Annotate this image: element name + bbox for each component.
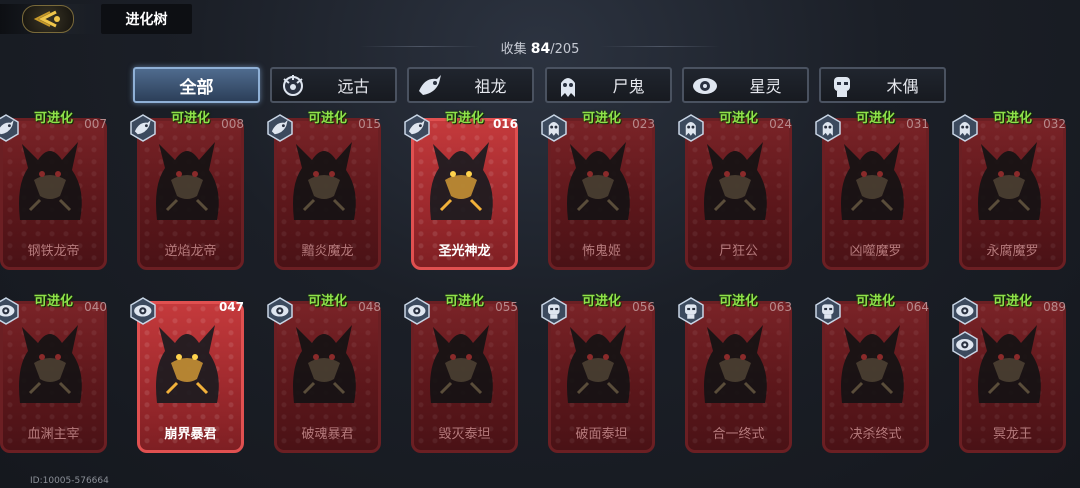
tab-1[interactable]: 全部 — [133, 67, 260, 103]
monster-name: 毁灭泰坦 — [438, 427, 491, 442]
monster-portrait — [147, 313, 227, 413]
tab-label: 远古 — [337, 77, 370, 96]
monster-card[interactable]: 024 尸狂公 可进化 — [678, 111, 796, 274]
ghoul-icon — [814, 114, 842, 142]
tab-label: 全部 — [179, 77, 214, 98]
monster-name: 破魂暴君 — [301, 427, 354, 442]
monster-card[interactable]: 007 钢铁龙帝 可进化 — [0, 111, 111, 274]
monster-card[interactable]: 048 破魂暴君 可进化 — [267, 294, 385, 457]
monster-name: 圣光神龙 — [438, 244, 491, 259]
monster-card[interactable]: 016 圣光神龙 可进化 — [404, 111, 522, 274]
monster-portrait — [695, 313, 775, 413]
monster-portrait — [969, 130, 1049, 230]
tab-4[interactable]: 尸鬼 — [545, 67, 672, 103]
monster-portrait — [969, 313, 1049, 413]
astral-icon — [403, 297, 431, 325]
monster-card[interactable]: 008 逆焰龙帝 可进化 — [130, 111, 248, 274]
ghoul-icon — [951, 114, 979, 142]
puppet-icon — [814, 297, 842, 325]
dragon-icon — [129, 114, 157, 142]
monster-name: 怖鬼姬 — [581, 244, 621, 259]
monster-card[interactable]: 089 冥龙王 可进化 — [952, 294, 1070, 457]
tab-label: 星灵 — [749, 77, 782, 96]
player-id: ID:10005-576664 — [30, 476, 109, 486]
monster-portrait — [284, 313, 364, 413]
dragon-icon — [403, 114, 431, 142]
monster-name: 黯炎魔龙 — [301, 244, 354, 259]
collection-count: 84 — [530, 41, 551, 57]
tab-label: 尸鬼 — [612, 77, 645, 96]
puppet-icon — [540, 297, 568, 325]
tab-label: 祖龙 — [474, 77, 507, 96]
ghoul-icon — [553, 71, 583, 101]
monster-name: 破面泰坦 — [575, 427, 628, 442]
monster-name: 合一终式 — [712, 427, 765, 442]
monster-name: 逆焰龙帝 — [164, 244, 217, 259]
astral-icon — [0, 297, 20, 325]
dragon-icon — [266, 114, 294, 142]
astral-icon — [266, 297, 294, 325]
astral-icon — [951, 331, 979, 359]
puppet-icon — [677, 297, 705, 325]
tab-label: 木偶 — [886, 77, 919, 96]
monster-portrait — [284, 130, 364, 230]
monster-card[interactable]: 032 永腐魔罗 可进化 — [952, 111, 1070, 274]
monster-portrait — [10, 313, 90, 413]
monster-name: 永腐魔罗 — [986, 244, 1039, 259]
monster-name: 决杀终式 — [849, 427, 902, 442]
collection-counter: 收集 84/205 — [0, 38, 1080, 57]
astral-icon — [129, 297, 157, 325]
monster-card[interactable]: 047 崩界暴君 — [130, 297, 248, 457]
back-button[interactable] — [0, 4, 96, 34]
monster-card[interactable]: 023 怖鬼姬 可进化 — [541, 111, 659, 274]
monster-card[interactable]: 056 破面泰坦 可进化 — [541, 294, 659, 457]
monster-card[interactable]: 064 决杀终式 可进化 — [815, 294, 933, 457]
back-arrow-emblem-icon — [22, 5, 74, 33]
astral-icon — [951, 297, 979, 325]
monster-name: 冥龙王 — [992, 427, 1032, 442]
monster-card[interactable]: 015 黯炎魔龙 可进化 — [267, 111, 385, 274]
monster-card[interactable]: 040 血渊主宰 可进化 — [0, 294, 111, 457]
monster-portrait — [421, 313, 501, 413]
monster-name: 崩界暴君 — [164, 427, 217, 442]
tab-6[interactable]: 木偶 — [819, 67, 946, 103]
monster-portrait — [10, 130, 90, 230]
monster-portrait — [832, 130, 912, 230]
monster-portrait — [147, 130, 227, 230]
page-title: 进化树 — [101, 4, 192, 34]
collection-total: /205 — [550, 42, 580, 57]
tab-2[interactable]: 远古 — [270, 67, 397, 103]
ghoul-icon — [677, 114, 705, 142]
monster-card[interactable]: 031 凶噬魔罗 可进化 — [815, 111, 933, 274]
monster-name: 血渊主宰 — [27, 427, 80, 442]
dragon-icon — [0, 114, 20, 142]
ghoul-icon — [540, 114, 568, 142]
monster-card[interactable]: 063 合一终式 可进化 — [678, 294, 796, 457]
monster-name: 尸狂公 — [718, 244, 758, 259]
astral-icon — [690, 71, 720, 101]
monster-name: 钢铁龙帝 — [27, 244, 80, 259]
monster-portrait — [558, 130, 638, 230]
dragon-icon — [415, 71, 445, 101]
tab-3[interactable]: 祖龙 — [407, 67, 534, 103]
monster-portrait — [421, 130, 501, 230]
monster-number: 047 — [218, 300, 244, 314]
monster-name: 凶噬魔罗 — [849, 244, 902, 259]
monster-portrait — [832, 313, 912, 413]
monster-portrait — [558, 313, 638, 413]
tab-5[interactable]: 星灵 — [682, 67, 809, 103]
monster-card[interactable]: 055 毁灭泰坦 可进化 — [404, 294, 522, 457]
ancient-icon — [278, 71, 308, 101]
puppet-icon — [827, 71, 857, 101]
collection-label: 收集 — [500, 42, 527, 57]
monster-portrait — [695, 130, 775, 230]
